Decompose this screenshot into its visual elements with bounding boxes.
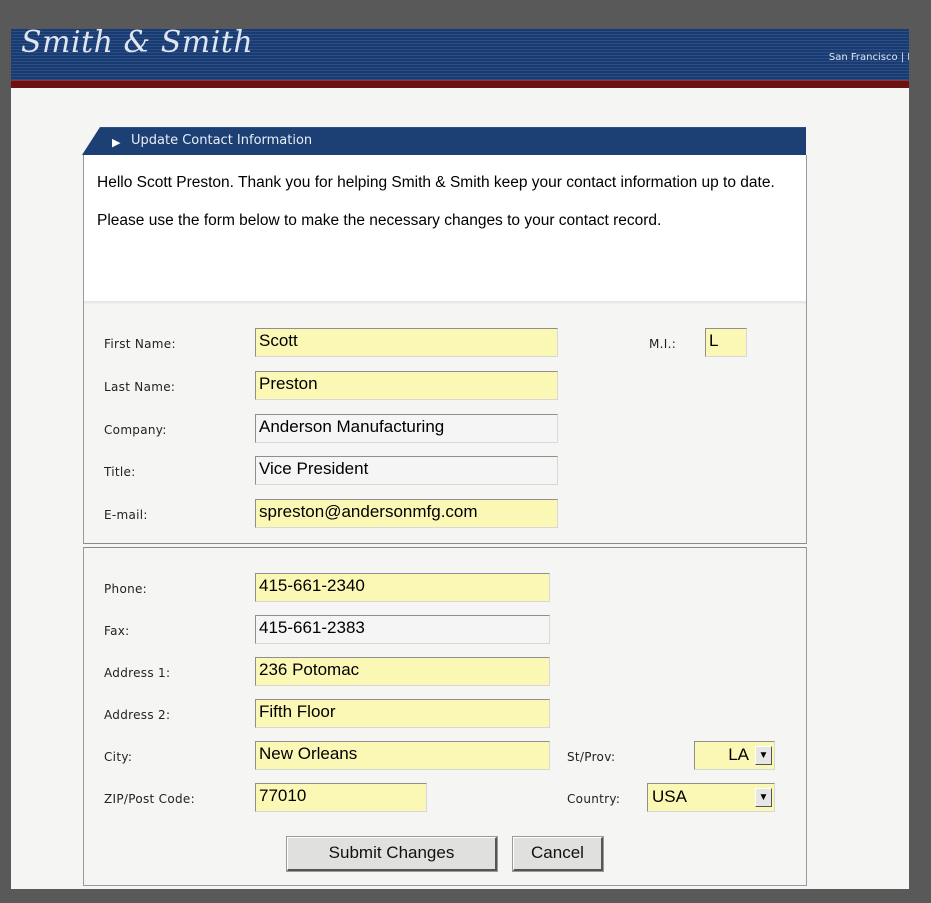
intro-box: Hello Scott Preston. Thank you for helpi… (83, 155, 807, 305)
address-section: Phone: 415-661-2340 Fax: 415-661-2383 Ad… (83, 547, 807, 886)
panel-title: Update Contact Information (131, 133, 313, 148)
city-field[interactable]: New Orleans (255, 741, 550, 770)
first-name-label: First Name: (104, 337, 176, 351)
mi-field[interactable]: L (705, 328, 747, 357)
email-label: E-mail: (104, 508, 148, 522)
email-field[interactable]: spreston@andersonmfg.com (255, 499, 558, 528)
update-contact-panel: ▶ Update Contact Information Hello Scott… (82, 127, 807, 889)
mi-label: M.I.: (649, 337, 677, 351)
address2-field[interactable]: Fifth Floor (255, 699, 550, 728)
company-field[interactable]: Anderson Manufacturing (255, 414, 558, 443)
submit-changes-button[interactable]: Submit Changes (286, 836, 498, 872)
company-label: Company: (104, 423, 167, 437)
panel-title-bar: ▶ Update Contact Information (82, 127, 806, 155)
last-name-label: Last Name: (104, 380, 176, 394)
chevron-down-icon[interactable]: ▼ (755, 746, 772, 765)
title-label: Title: (104, 465, 136, 479)
site-header: Smith & Smith San Francisco | D (11, 29, 909, 80)
intro-greeting: Hello Scott Preston. Thank you for helpi… (97, 174, 775, 191)
country-value: USA (652, 787, 687, 806)
state-value: LA (728, 745, 749, 764)
cancel-button[interactable]: Cancel (512, 836, 604, 872)
header-divider (11, 80, 909, 88)
address1-label: Address 1: (104, 666, 171, 680)
header-nav-links[interactable]: San Francisco | D (829, 52, 909, 63)
state-select[interactable]: LA ▼ (694, 741, 775, 770)
address1-field[interactable]: 236 Potomac (255, 657, 550, 686)
last-name-field[interactable]: Preston (255, 371, 558, 400)
phone-label: Phone: (104, 582, 148, 596)
city-label: City: (104, 750, 133, 764)
state-label: St/Prov: (567, 750, 616, 764)
fax-label: Fax: (104, 624, 130, 638)
fax-field[interactable]: 415-661-2383 (255, 615, 550, 644)
country-label: Country: (567, 792, 621, 806)
country-select[interactable]: USA ▼ (647, 783, 775, 812)
chevron-down-icon[interactable]: ▼ (755, 788, 772, 807)
browser-content: Smith & Smith San Francisco | D ▶ Update… (11, 29, 909, 889)
play-arrow-icon: ▶ (112, 137, 121, 149)
site-logo[interactable]: Smith & Smith (21, 29, 253, 60)
personal-info-section: First Name: Scott M.I.: L Last Name: Pre… (83, 305, 807, 544)
address2-label: Address 2: (104, 708, 171, 722)
phone-field[interactable]: 415-661-2340 (255, 573, 550, 602)
intro-instructions: Please use the form below to make the ne… (97, 212, 662, 229)
zip-field[interactable]: 77010 (255, 783, 427, 812)
title-field[interactable]: Vice President (255, 456, 558, 485)
first-name-field[interactable]: Scott (255, 328, 558, 357)
zip-label: ZIP/Post Code: (104, 792, 195, 806)
